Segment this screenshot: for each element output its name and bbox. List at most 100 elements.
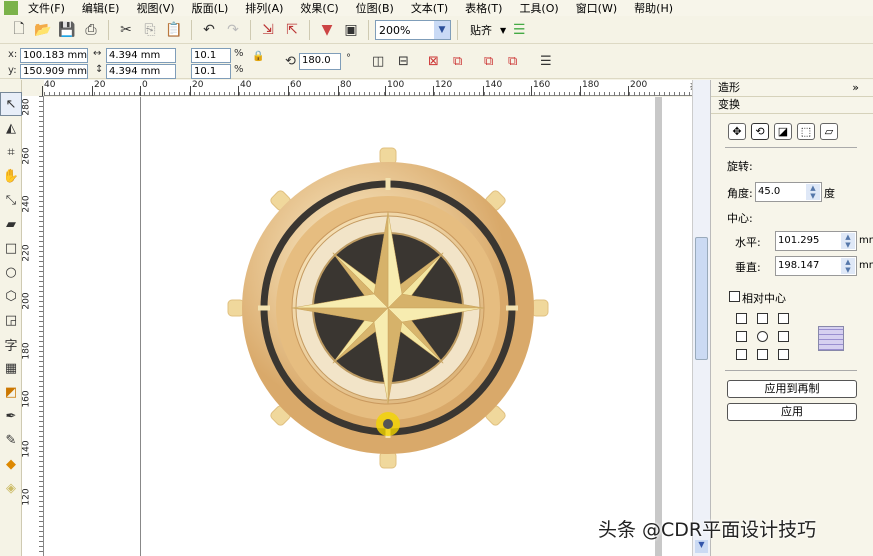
ruler-minor-tick (649, 92, 650, 96)
angle-unit: 度 (824, 187, 835, 200)
ruler-minor-tick (594, 92, 595, 96)
menu-window[interactable]: 窗口(W) (576, 0, 617, 16)
polygon-tool-icon[interactable]: ⬡ (0, 284, 22, 308)
menu-file[interactable]: 文件(F) (28, 0, 65, 16)
pan-tool-icon[interactable]: ✋ (0, 164, 22, 188)
anchor-top-right[interactable] (778, 313, 789, 324)
docker-tab-shaping[interactable]: 造形 » (711, 80, 873, 97)
redo-icon[interactable]: ↷ (222, 19, 244, 41)
anchor-center[interactable] (757, 331, 768, 342)
ruler-minor-tick (44, 92, 45, 96)
apply-to-duplicate-button[interactable]: 应用到再制 (727, 380, 857, 398)
anchor-bottom-center[interactable] (757, 349, 768, 360)
break-apart-icon[interactable]: ⧉ (453, 54, 462, 69)
width-input[interactable]: 4.394 mm (106, 48, 176, 63)
snap-to-button[interactable]: 贴齐 (470, 22, 492, 38)
center-horizontal-input[interactable]: 101.295 ▲ ▼ (775, 231, 857, 251)
new-icon[interactable]: 🗋 (8, 19, 30, 41)
menu-layout[interactable]: 版面(L) (192, 0, 229, 16)
angle-input[interactable]: 45.0 ▲ ▼ (755, 182, 822, 202)
anchor-top-center[interactable] (757, 313, 768, 324)
options-icon[interactable]: ☰ (508, 19, 530, 41)
table-tool-icon[interactable]: ▦ (0, 356, 22, 380)
zoom-level-select[interactable]: 200% ▼ (375, 20, 451, 40)
scale-y-input[interactable]: 10.1 (191, 64, 231, 79)
smart-fill-icon[interactable]: ▰ (0, 212, 22, 236)
ellipse-tool-icon[interactable]: ○ (0, 260, 22, 284)
scale-mirror-tab-icon[interactable]: ◪ (774, 123, 792, 140)
menu-arrange[interactable]: 排列(A) (245, 0, 283, 16)
rectangle-tool-icon[interactable]: □ (0, 236, 22, 260)
save-icon[interactable]: 💾 (56, 19, 78, 41)
crop-tool-icon[interactable]: ⌗ (0, 140, 22, 164)
anchor-bottom-left[interactable] (736, 349, 747, 360)
outline-pen-icon[interactable]: ✎ (0, 428, 22, 452)
rotation-input[interactable]: 180.0 (299, 53, 341, 70)
scrollbar-thumb[interactable] (695, 237, 708, 360)
apply-button[interactable]: 应用 (727, 403, 857, 421)
open-icon[interactable]: 📂 (32, 19, 54, 41)
skew-tab-icon[interactable]: ▱ (820, 123, 838, 140)
welcome-screen-icon[interactable]: ▣ (340, 19, 362, 41)
ruler-tick-label: 160 (533, 80, 551, 90)
center-vertical-input[interactable]: 198.147 ▲ ▼ (775, 256, 857, 276)
interactive-blend-icon[interactable]: ◩ (0, 380, 22, 404)
eyedropper-icon[interactable]: ✒ (0, 404, 22, 428)
anchor-middle-right[interactable] (778, 331, 789, 342)
chevron-down-icon[interactable]: ▼ (500, 26, 506, 35)
spinner-icon[interactable]: ▲ ▼ (841, 233, 855, 249)
height-input[interactable]: 4.394 mm (106, 64, 176, 79)
interactive-fill-icon[interactable]: ◈ (0, 476, 22, 500)
ruler-minor-tick (179, 92, 180, 96)
paste-icon[interactable]: 📋 (163, 19, 185, 41)
x-position-input[interactable]: 100.183 mm (20, 48, 88, 63)
spinner-icon[interactable]: ▲ ▼ (806, 184, 820, 200)
mirror-vertical-icon[interactable]: ⊟ (398, 54, 409, 69)
shape-tool-icon[interactable]: ◭ (0, 116, 22, 140)
pick-tool-icon[interactable]: ↖ (0, 92, 22, 116)
vertical-scrollbar[interactable]: ▼ (692, 80, 710, 556)
compass-artwork[interactable] (44, 97, 692, 556)
fill-tool-icon[interactable]: ◆ (0, 452, 22, 476)
scale-x-input[interactable]: 10.1 (191, 48, 231, 63)
anchor-middle-left[interactable] (736, 331, 747, 342)
basic-shapes-icon[interactable]: ◲ (0, 308, 22, 332)
spinner-icon[interactable]: ▲ ▼ (841, 258, 855, 274)
undo-icon[interactable]: ↶ (198, 19, 220, 41)
menu-text[interactable]: 文本(T) (411, 0, 448, 16)
menu-edit[interactable]: 编辑(E) (82, 0, 120, 16)
app-launcher-icon[interactable]: ▼ (316, 19, 338, 41)
curve-tool-icon[interactable]: ⤡ (0, 188, 22, 212)
expand-icon[interactable]: » (852, 80, 859, 96)
lock-ratio-icon[interactable]: 🔒 (252, 51, 264, 62)
import-icon[interactable]: ⇲ (257, 19, 279, 41)
ruler-minor-tick (214, 92, 215, 96)
copy-icon[interactable]: ⎘ (139, 19, 161, 41)
y-position-input[interactable]: 150.909 mm (20, 64, 88, 79)
cut-icon[interactable]: ✂ (115, 19, 137, 41)
print-icon[interactable]: ⎙ (80, 19, 102, 41)
anchor-bottom-right[interactable] (778, 349, 789, 360)
menu-bitmaps[interactable]: 位图(B) (356, 0, 394, 16)
menu-view[interactable]: 视图(V) (136, 0, 174, 16)
menu-help[interactable]: 帮助(H) (634, 0, 673, 16)
ruler-tick (42, 86, 43, 96)
ruler-minor-tick (39, 161, 43, 162)
to-front-icon[interactable]: ⧉ (484, 54, 493, 69)
text-tool-icon[interactable]: 字 (0, 332, 22, 356)
export-icon[interactable]: ⇱ (281, 19, 303, 41)
mirror-horizontal-icon[interactable]: ◫ (372, 54, 384, 69)
to-back-icon[interactable]: ⧉ (508, 54, 517, 69)
outline-icon[interactable]: ☰ (540, 54, 552, 69)
menu-tools[interactable]: 工具(O) (519, 0, 558, 16)
rotate-tab-icon[interactable]: ⟲ (751, 123, 769, 140)
drawing-canvas[interactable] (44, 97, 692, 556)
menu-table[interactable]: 表格(T) (465, 0, 502, 16)
ruler-minor-tick (474, 92, 475, 96)
wrap-text-icon[interactable]: ⊠ (428, 54, 439, 69)
size-tab-icon[interactable]: ⬚ (797, 123, 815, 140)
anchor-top-left[interactable] (736, 313, 747, 324)
relative-center-checkbox[interactable] (729, 291, 740, 302)
position-tab-icon[interactable]: ✥ (728, 123, 746, 140)
menu-effects[interactable]: 效果(C) (300, 0, 338, 16)
